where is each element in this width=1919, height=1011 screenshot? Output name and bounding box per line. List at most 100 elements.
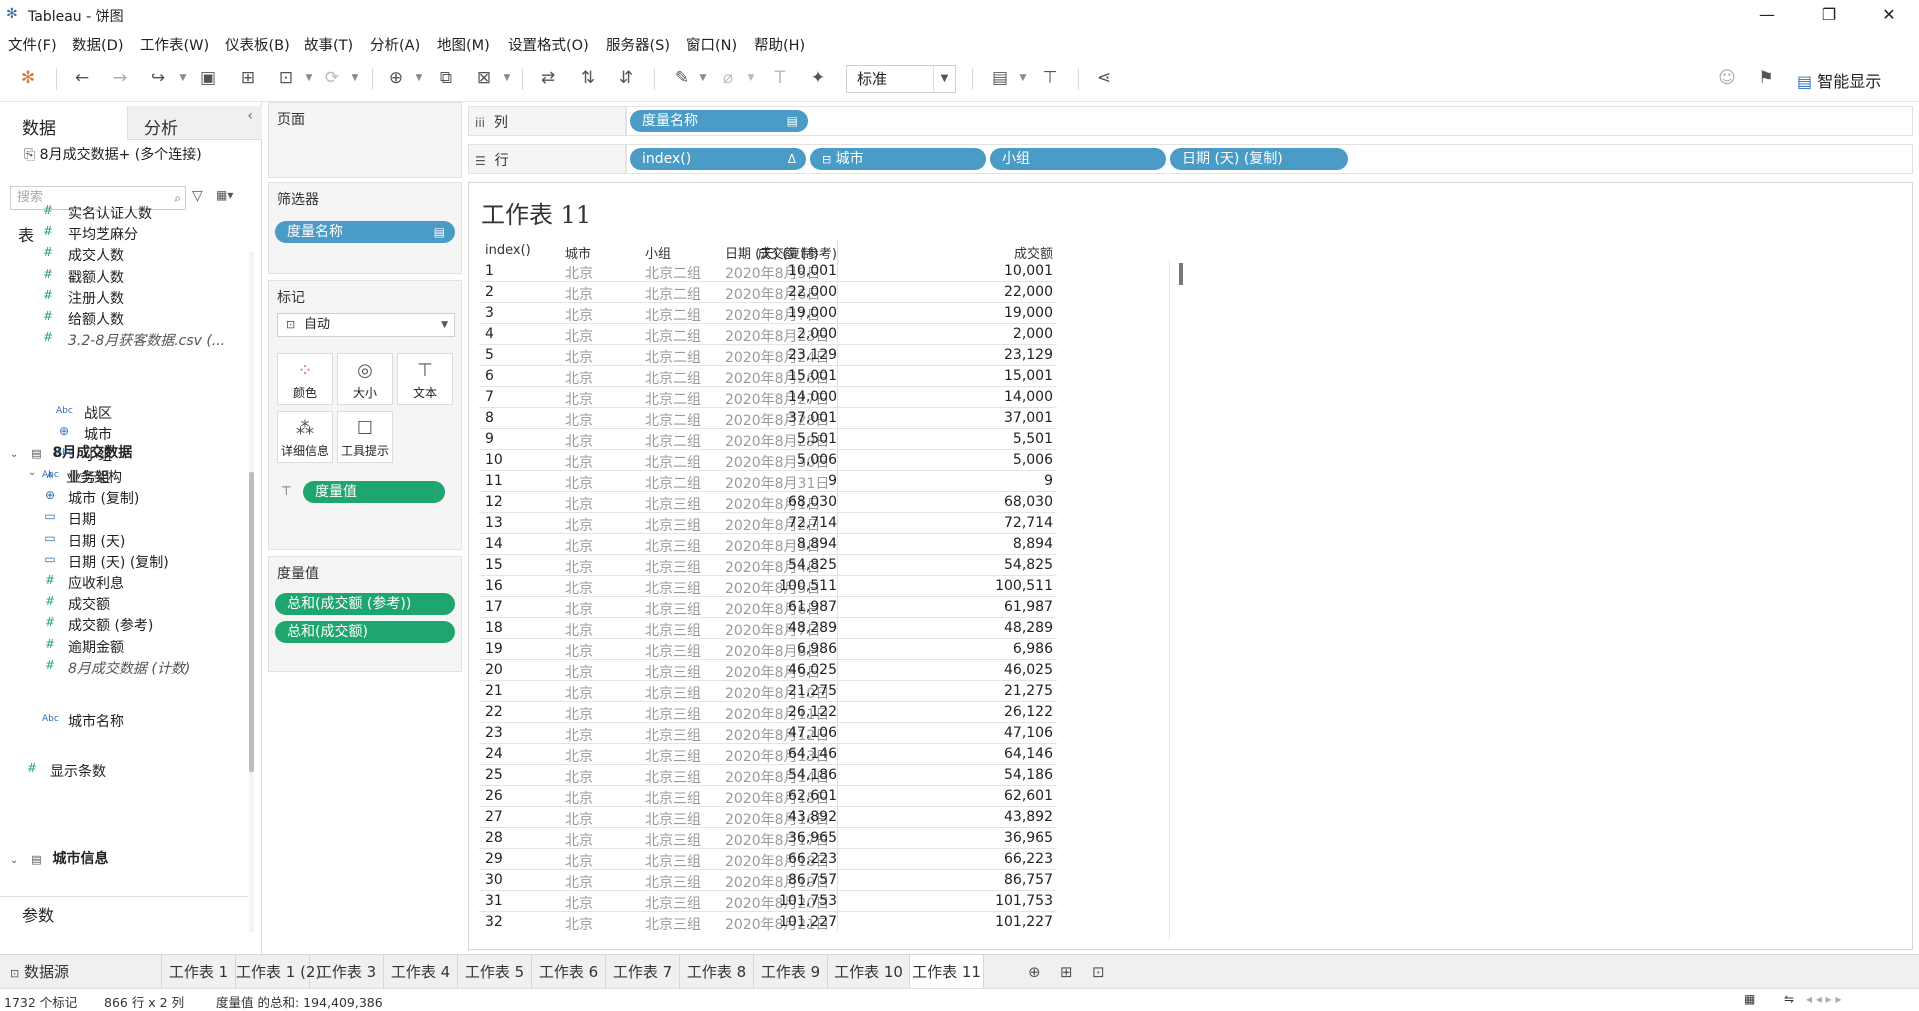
- table-row[interactable]: 6 北京 北京二组 2020年8月26日 15,001 15,001: [479, 366, 1057, 387]
- table-row[interactable]: 2 北京 北京二组 2020年8月6日 22,000 22,000: [479, 282, 1057, 303]
- highlight-icon[interactable]: ✎: [670, 66, 694, 90]
- menu-help[interactable]: 帮助(H): [754, 34, 805, 55]
- view-options-icon[interactable]: ▦▾: [216, 188, 233, 202]
- group-members-icon[interactable]: ⌀: [716, 66, 740, 90]
- table-row[interactable]: 19 北京 北京三组 2020年8月8日 6,986 6,986: [479, 639, 1057, 660]
- close-button[interactable]: ✕: [1866, 2, 1912, 28]
- pages-card[interactable]: 页面: [268, 102, 462, 178]
- menu-format[interactable]: 设置格式(O): [508, 34, 589, 55]
- table-row[interactable]: 21 北京 北京三组 2020年8月10日 21,275 21,275: [479, 681, 1057, 702]
- sheet-tab[interactable]: 工作表 7: [606, 955, 680, 989]
- filters-card[interactable]: 筛选器 度量名称 ▤: [268, 182, 462, 274]
- rows-shelf[interactable]: index() Δ ⊟ 城市 小组 日期 (天) (复制): [626, 144, 1913, 174]
- datasource-item[interactable]: ⎘ 8月成交数据+ (多个连接): [24, 144, 202, 164]
- clear-sheet-icon[interactable]: ⊠: [472, 66, 496, 90]
- sheet-tab[interactable]: 工作表 6: [532, 955, 606, 989]
- sheet-tab[interactable]: 工作表 11: [910, 955, 984, 989]
- column-header[interactable]: 城市: [565, 243, 591, 262]
- sheet-tab[interactable]: 工作表 1 (2): [236, 955, 321, 989]
- presentation-mode-icon[interactable]: ⊤: [1038, 66, 1062, 90]
- table-row[interactable]: 29 北京 北京三组 2020年8月18日 66,223 66,223: [479, 849, 1057, 870]
- table-row[interactable]: 3 北京 北京二组 2020年8月7日 19,000 19,000: [479, 303, 1057, 324]
- measure-pill[interactable]: 总和(成交额 (参考)): [275, 593, 455, 615]
- crosstab-table[interactable]: index() 城市 小组 日期 (天) (复制) 成交额 (参考) 成交额 1…: [479, 241, 1057, 931]
- grid-view-icon[interactable]: ▦: [1744, 992, 1755, 1006]
- sheet-tab[interactable]: 工作表 5: [458, 955, 532, 989]
- menu-window[interactable]: 窗口(N): [686, 34, 737, 55]
- chevron-down-icon[interactable]: ▼: [746, 66, 756, 90]
- data-pane-scrollbar[interactable]: [249, 252, 254, 932]
- first-page-icon[interactable]: ◂ ◂ ▸ ▸: [1806, 992, 1842, 1006]
- mark-type-dropdown[interactable]: ⊡ 自动 ▼: [277, 313, 455, 337]
- sheet-tab[interactable]: 工作表 9: [754, 955, 828, 989]
- table-row[interactable]: 27 北京 北京三组 2020年8月16日 43,892 43,892: [479, 807, 1057, 828]
- tooltip-button[interactable]: ☐ 工具提示: [337, 411, 393, 463]
- table-row[interactable]: 16 北京 北京三组 2020年8月5日 100,511 100,511: [479, 576, 1057, 597]
- table-row[interactable]: 15 北京 北京三组 2020年8月4日 54,825 54,825: [479, 555, 1057, 576]
- marks-pill[interactable]: 度量值: [303, 481, 445, 503]
- worksheet-view[interactable]: 工作表 11 index() 城市 小组 日期 (天) (复制) 成交额 (参考…: [468, 182, 1913, 950]
- menu-data[interactable]: 数据(D): [72, 34, 123, 55]
- rows-pill-group[interactable]: 小组: [990, 148, 1166, 170]
- columns-shelf[interactable]: 度量名称 ▤: [626, 106, 1913, 136]
- menu-server[interactable]: 服务器(S): [606, 34, 670, 55]
- table-row[interactable]: 20 北京 北京三组 2020年8月9日 46,025 46,025: [479, 660, 1057, 681]
- table-row[interactable]: 24 北京 北京三组 2020年8月13日 64,146 64,146: [479, 744, 1057, 765]
- table-city-header[interactable]: ⌄ ▤ 城市信息: [10, 848, 109, 868]
- menu-worksheet[interactable]: 工作表(W): [140, 34, 209, 55]
- rows-pill-city[interactable]: ⊟ 城市: [810, 148, 986, 170]
- restore-button[interactable]: ❐: [1806, 2, 1852, 28]
- table-row[interactable]: 30 北京 北京三组 2020年8月19日 86,757 86,757: [479, 870, 1057, 891]
- table-row[interactable]: 26 北京 北京三组 2020年8月15日 62,601 62,601: [479, 786, 1057, 807]
- save-icon[interactable]: ▣: [196, 66, 220, 90]
- menu-file[interactable]: 文件(F): [8, 34, 57, 55]
- table-row[interactable]: 10 北京 北京二组 2020年8月30日 5,006 5,006: [479, 450, 1057, 471]
- explain-icon[interactable]: ⚑: [1754, 66, 1778, 90]
- sort-ascending-icon[interactable]: ⇅: [576, 66, 600, 90]
- sort-descending-icon[interactable]: ⇵: [614, 66, 638, 90]
- redo-icon[interactable]: →: [108, 66, 132, 90]
- menu-map[interactable]: 地图(M): [437, 34, 490, 55]
- menu-analysis[interactable]: 分析(A): [370, 34, 420, 55]
- chevron-down-icon[interactable]: ▼: [350, 66, 360, 90]
- menu-story[interactable]: 故事(T): [304, 34, 353, 55]
- swap-rows-columns-icon[interactable]: ⇄: [536, 66, 560, 90]
- table-row[interactable]: 13 北京 北京三组 2020年8月2日 72,714 72,714: [479, 513, 1057, 534]
- size-button[interactable]: ◎ 大小: [337, 353, 393, 405]
- new-datasource-icon[interactable]: ⊞: [236, 66, 260, 90]
- column-header[interactable]: 成交额: [1014, 243, 1053, 262]
- tab-data[interactable]: 数据: [0, 106, 128, 140]
- table-row[interactable]: 25 北京 北京三组 2020年8月14日 54,186 54,186: [479, 765, 1057, 786]
- text-button[interactable]: ⊤ 文本: [397, 353, 453, 405]
- show-mark-labels-icon[interactable]: T: [768, 66, 792, 90]
- column-header[interactable]: index(): [485, 243, 531, 258]
- table-row[interactable]: 17 北京 北京三组 2020年8月6日 61,987 61,987: [479, 597, 1057, 618]
- pause-updates-icon[interactable]: ⊡: [274, 66, 298, 90]
- table-row[interactable]: 12 北京 北京三组 2020年8月1日 68,030 68,030: [479, 492, 1057, 513]
- detail-button[interactable]: ⁂ 详细信息: [277, 411, 333, 463]
- column-header[interactable]: 成交额 (参考): [758, 243, 837, 262]
- chevron-down-icon[interactable]: ▼: [502, 66, 512, 90]
- rows-pill-index[interactable]: index() Δ: [630, 148, 806, 170]
- rows-pill-date[interactable]: 日期 (天) (复制): [1170, 148, 1348, 170]
- measure-pill[interactable]: 总和(成交额): [275, 621, 455, 643]
- sheet-tab[interactable]: 工作表 8: [680, 955, 754, 989]
- refresh-icon[interactable]: ⟳: [320, 66, 344, 90]
- table-row[interactable]: 4 北京 北京二组 2020年8月23日 2,000 2,000: [479, 324, 1057, 345]
- table-row[interactable]: 5 北京 北京二组 2020年8月24日 23,129 23,129: [479, 345, 1057, 366]
- color-button[interactable]: ⁘ 颜色: [277, 353, 333, 405]
- show-me-button[interactable]: ▤ 智能显示: [1797, 68, 1881, 92]
- replace-data-icon[interactable]: ↪: [146, 66, 170, 90]
- table-row[interactable]: 18 北京 北京三组 2020年8月7日 48,289 48,289: [479, 618, 1057, 639]
- datasource-tab[interactable]: ⊡ 数据源: [0, 955, 162, 989]
- table-row[interactable]: 9 北京 北京二组 2020年8月29日 5,501 5,501: [479, 429, 1057, 450]
- undo-icon[interactable]: ←: [70, 66, 94, 90]
- pin-axis-icon[interactable]: ✦: [806, 66, 830, 90]
- collapse-pane-icon[interactable]: ‹: [247, 108, 253, 124]
- column-header[interactable]: 小组: [645, 243, 671, 262]
- columns-pill[interactable]: 度量名称 ▤: [630, 110, 808, 132]
- tab-analysis[interactable]: 分析: [128, 106, 262, 140]
- ask-data-icon[interactable]: ☺: [1715, 66, 1739, 90]
- chevron-down-icon[interactable]: ▼: [698, 66, 708, 90]
- minimize-button[interactable]: —: [1744, 2, 1790, 28]
